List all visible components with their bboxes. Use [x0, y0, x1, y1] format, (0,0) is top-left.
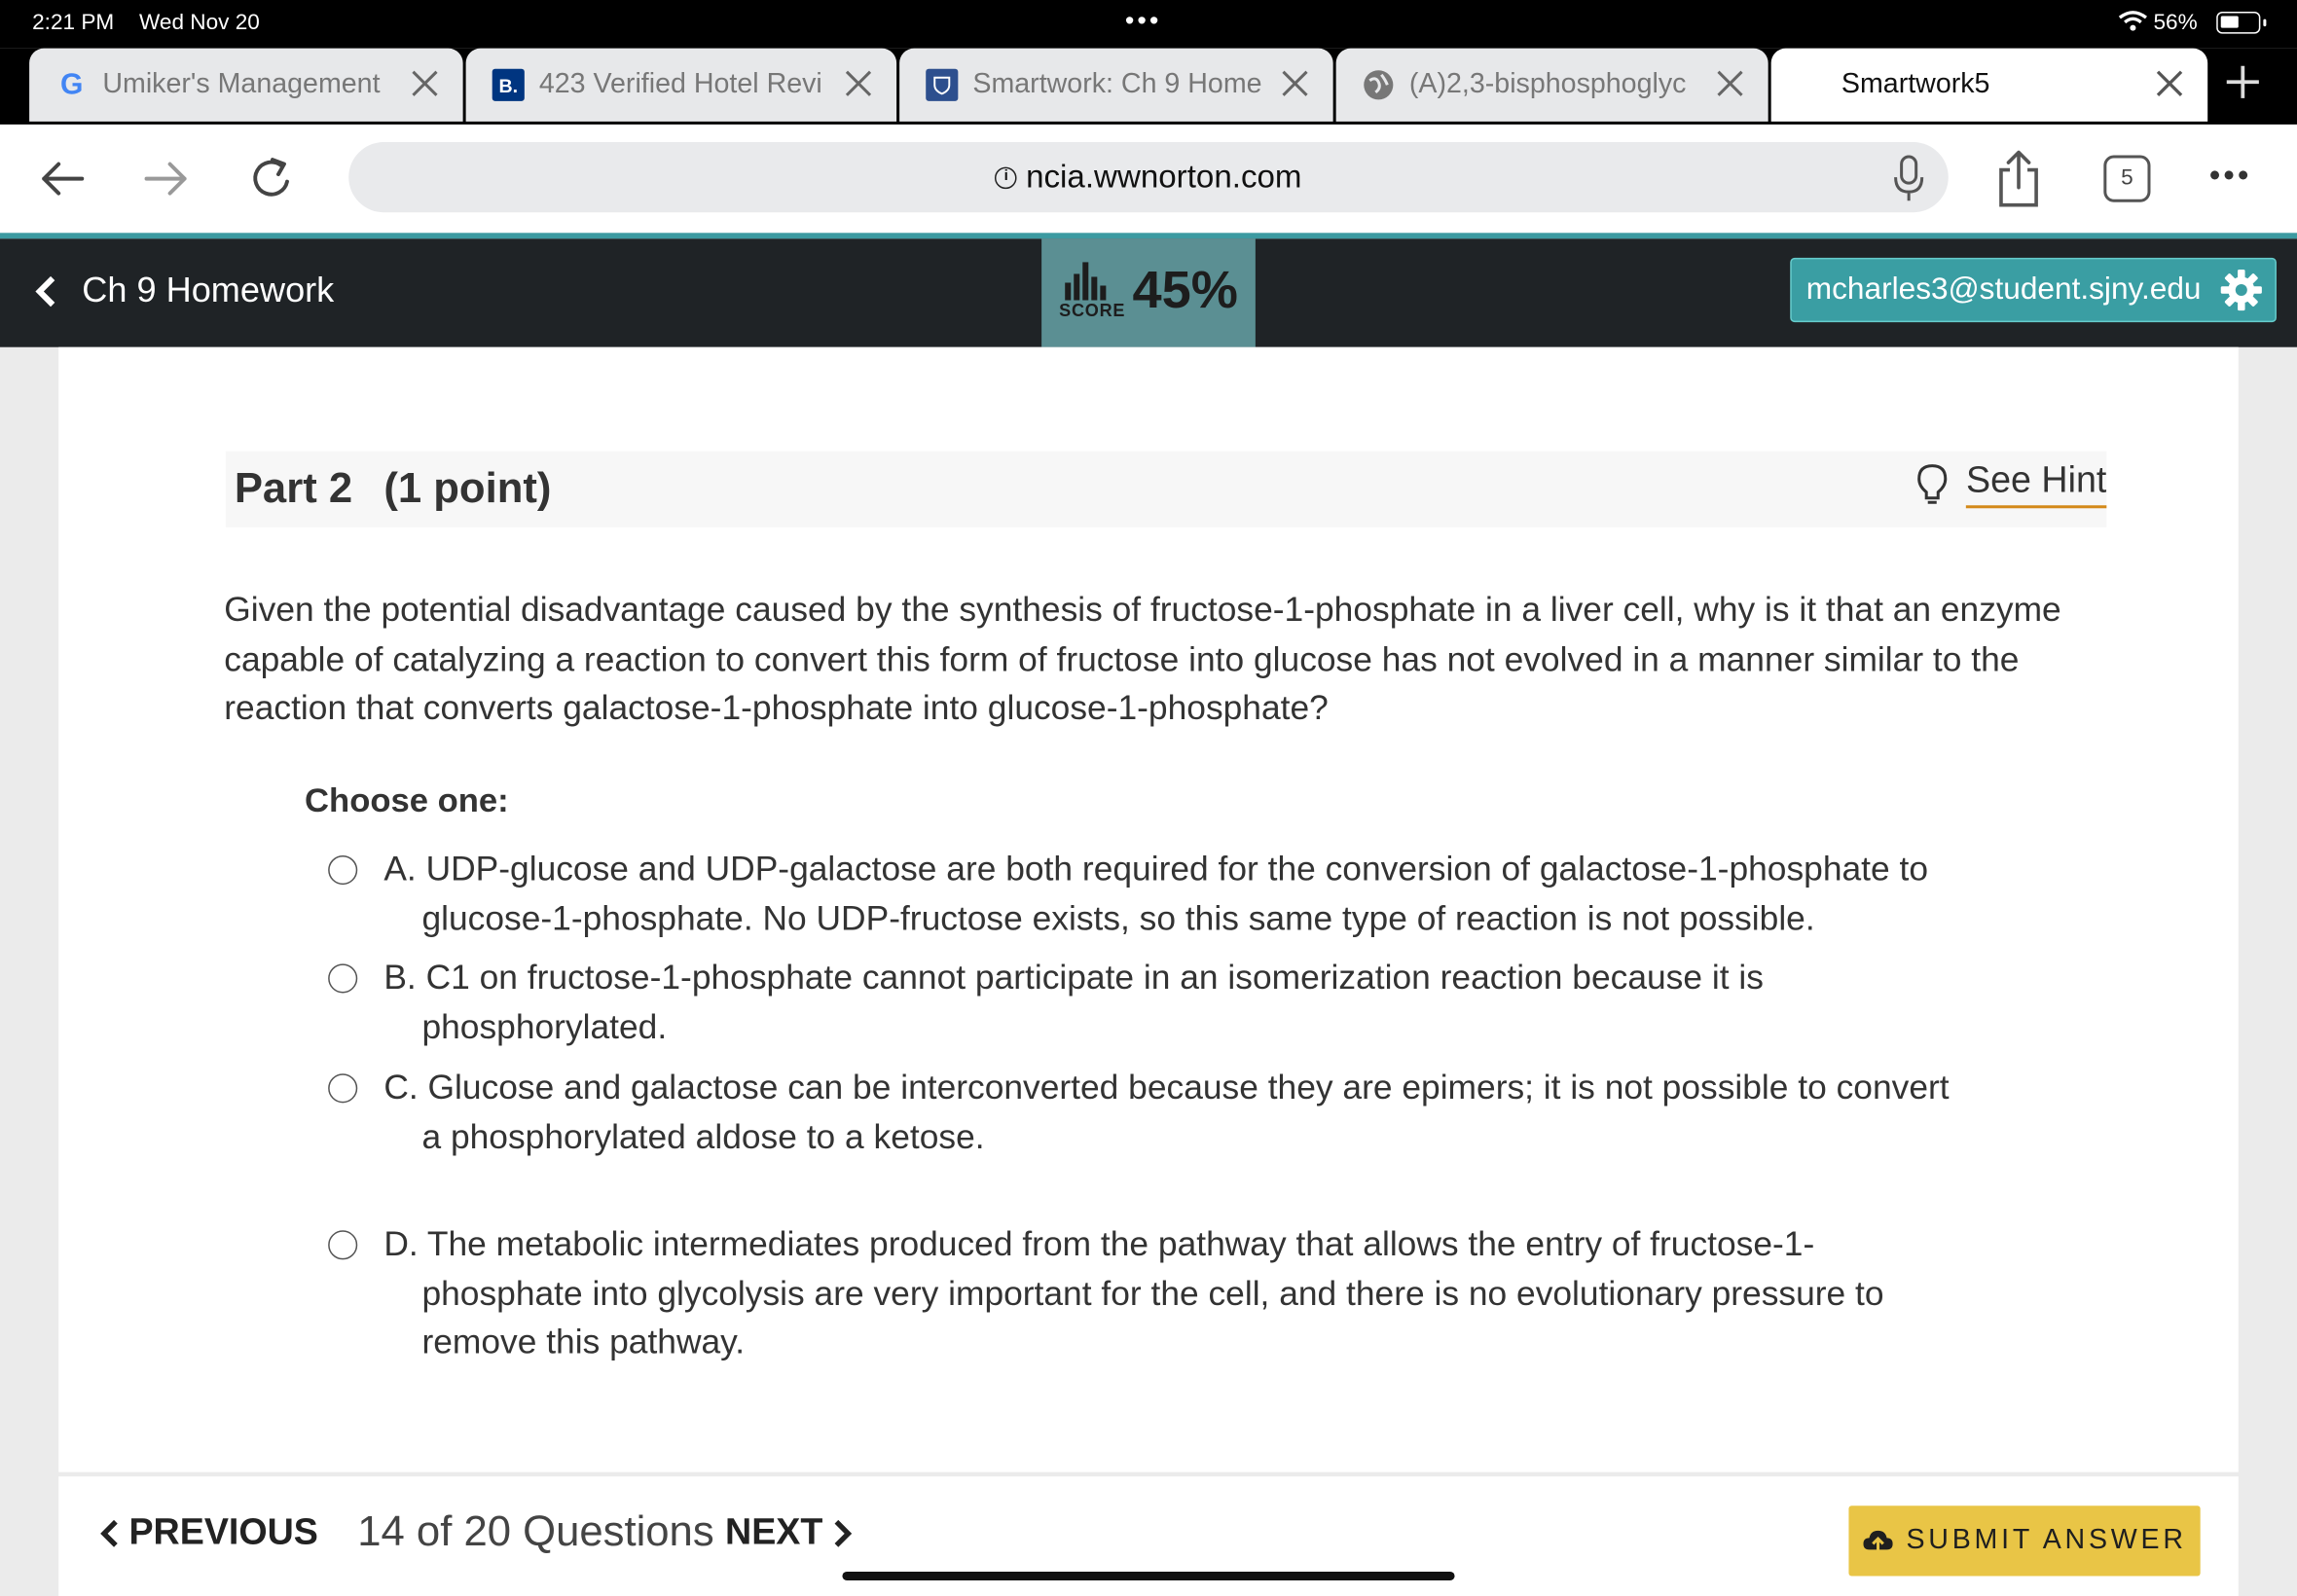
- tab-title: 423 Verified Hotel Revi: [538, 68, 822, 100]
- forward-arrow-icon[interactable]: [140, 153, 193, 205]
- close-tab-icon[interactable]: [1277, 66, 1312, 101]
- lightbulb-icon: [1917, 463, 1948, 504]
- points-label: (1 point): [383, 465, 552, 513]
- browser-tab-3[interactable]: Smartwork: Ch 9 Home: [899, 48, 1333, 122]
- upload-cloud-icon: [1863, 1530, 1893, 1551]
- chevron-left-icon: [35, 275, 55, 308]
- browser-tab-2[interactable]: B. 423 Verified Hotel Revi: [465, 48, 897, 122]
- option-text: C. Glucose and galactose can be intercon…: [383, 1068, 1950, 1155]
- next-button[interactable]: NEXT: [725, 1511, 852, 1554]
- option-text: B. C1 on fructose-1-phosphate cannot par…: [383, 958, 1764, 1045]
- tab-switcher-button[interactable]: 5: [2103, 155, 2151, 202]
- user-email: mcharles3@student.sjny.edu: [1805, 272, 2202, 307]
- score-label: SCORE: [1059, 300, 1126, 321]
- chevron-left-icon: [100, 1519, 118, 1546]
- app-header: Ch 9 Homework SCORE 45% mcharles3@studen…: [0, 238, 2297, 347]
- tab-title: (A)2,3-bisphosphoglyc: [1408, 68, 1687, 100]
- browser-tab-active[interactable]: Smartwork5: [1770, 48, 2208, 122]
- tab-title: Umiker's Management: [102, 68, 381, 100]
- shield-icon: [926, 68, 959, 101]
- close-tab-icon[interactable]: [407, 66, 442, 101]
- back-arrow-icon[interactable]: [35, 153, 88, 205]
- wifi-icon: [2118, 11, 2147, 31]
- part-label: Part 2: [234, 465, 353, 513]
- hint-label: See Hint: [1966, 460, 2107, 509]
- booking-icon: B.: [492, 68, 525, 101]
- gear-icon[interactable]: [2219, 268, 2263, 311]
- status-date: Wed Nov 20: [138, 10, 260, 36]
- option-text: A. UDP-glucose and UDP-galactose are bot…: [383, 849, 1928, 937]
- globe-icon: [1363, 69, 1395, 101]
- submit-label: SUBMIT ANSWER: [1906, 1524, 2187, 1556]
- address-bar[interactable]: i ncia.wwnorton.com: [348, 141, 1949, 213]
- tab-title: Smartwork5: [1841, 68, 1990, 100]
- chevron-right-icon: [834, 1519, 852, 1546]
- assignment-title: Ch 9 Homework: [82, 271, 335, 311]
- new-tab-icon[interactable]: [2221, 60, 2265, 104]
- score-widget: SCORE 45%: [1041, 238, 1256, 347]
- url-toolbar: i ncia.wwnorton.com 5 •••: [0, 124, 2297, 234]
- previous-button[interactable]: PREVIOUS: [99, 1511, 318, 1554]
- home-indicator[interactable]: [842, 1571, 1455, 1581]
- microphone-icon[interactable]: [1893, 154, 1925, 203]
- tab-title: Smartwork: Ch 9 Home: [972, 68, 1262, 100]
- google-icon: G: [60, 67, 84, 101]
- user-account-button[interactable]: mcharles3@student.sjny.edu: [1790, 257, 2277, 323]
- homework-back-link[interactable]: Ch 9 Homework: [32, 271, 334, 311]
- browser-tab-4[interactable]: (A)2,3-bisphosphoglyc: [1335, 48, 1768, 122]
- browser-tab-1[interactable]: G Umiker's Management: [29, 48, 463, 122]
- multitask-dots-icon[interactable]: •••: [1125, 6, 1161, 37]
- choose-label: Choose one:: [305, 780, 509, 819]
- question-prompt: Given the potential disadvantage caused …: [224, 590, 2061, 727]
- status-time: 2:21 PM: [32, 10, 115, 36]
- part-header: Part 2 (1 point) See Hint: [225, 451, 2107, 527]
- previous-label: PREVIOUS: [128, 1511, 318, 1553]
- question-counter: 14 of 20 Questions: [357, 1508, 714, 1556]
- share-icon[interactable]: [1995, 150, 2042, 208]
- radio-button[interactable]: [328, 963, 358, 994]
- tab-strip: G Umiker's Management B. 423 Verified Ho…: [0, 48, 2297, 125]
- submit-answer-button[interactable]: SUBMIT ANSWER: [1848, 1505, 2201, 1577]
- close-tab-icon[interactable]: [841, 66, 876, 101]
- close-tab-icon[interactable]: [1712, 66, 1747, 101]
- radio-button[interactable]: [328, 1073, 358, 1104]
- radio-button[interactable]: [328, 1230, 358, 1260]
- battery-icon: [2216, 12, 2267, 34]
- status-bar: 2:21 PM Wed Nov 20 ••• 56%: [0, 0, 2297, 49]
- next-label: NEXT: [725, 1511, 823, 1553]
- url-text: ncia.wwnorton.com: [1026, 158, 1302, 196]
- radio-button[interactable]: [328, 854, 358, 886]
- option-text: D. The metabolic intermediates produced …: [383, 1224, 1884, 1361]
- more-options-icon[interactable]: •••: [2209, 157, 2252, 195]
- bar-chart-icon: [1065, 262, 1107, 301]
- see-hint-link[interactable]: See Hint: [1916, 460, 2107, 509]
- battery-percent: 56%: [2153, 10, 2198, 36]
- question-panel: Part 2 (1 point) See Hint Given the pote…: [58, 346, 2239, 1472]
- close-tab-icon[interactable]: [2152, 66, 2187, 101]
- reload-icon[interactable]: [246, 153, 299, 205]
- site-info-icon[interactable]: i: [995, 165, 1018, 189]
- score-value: 45%: [1132, 259, 1238, 320]
